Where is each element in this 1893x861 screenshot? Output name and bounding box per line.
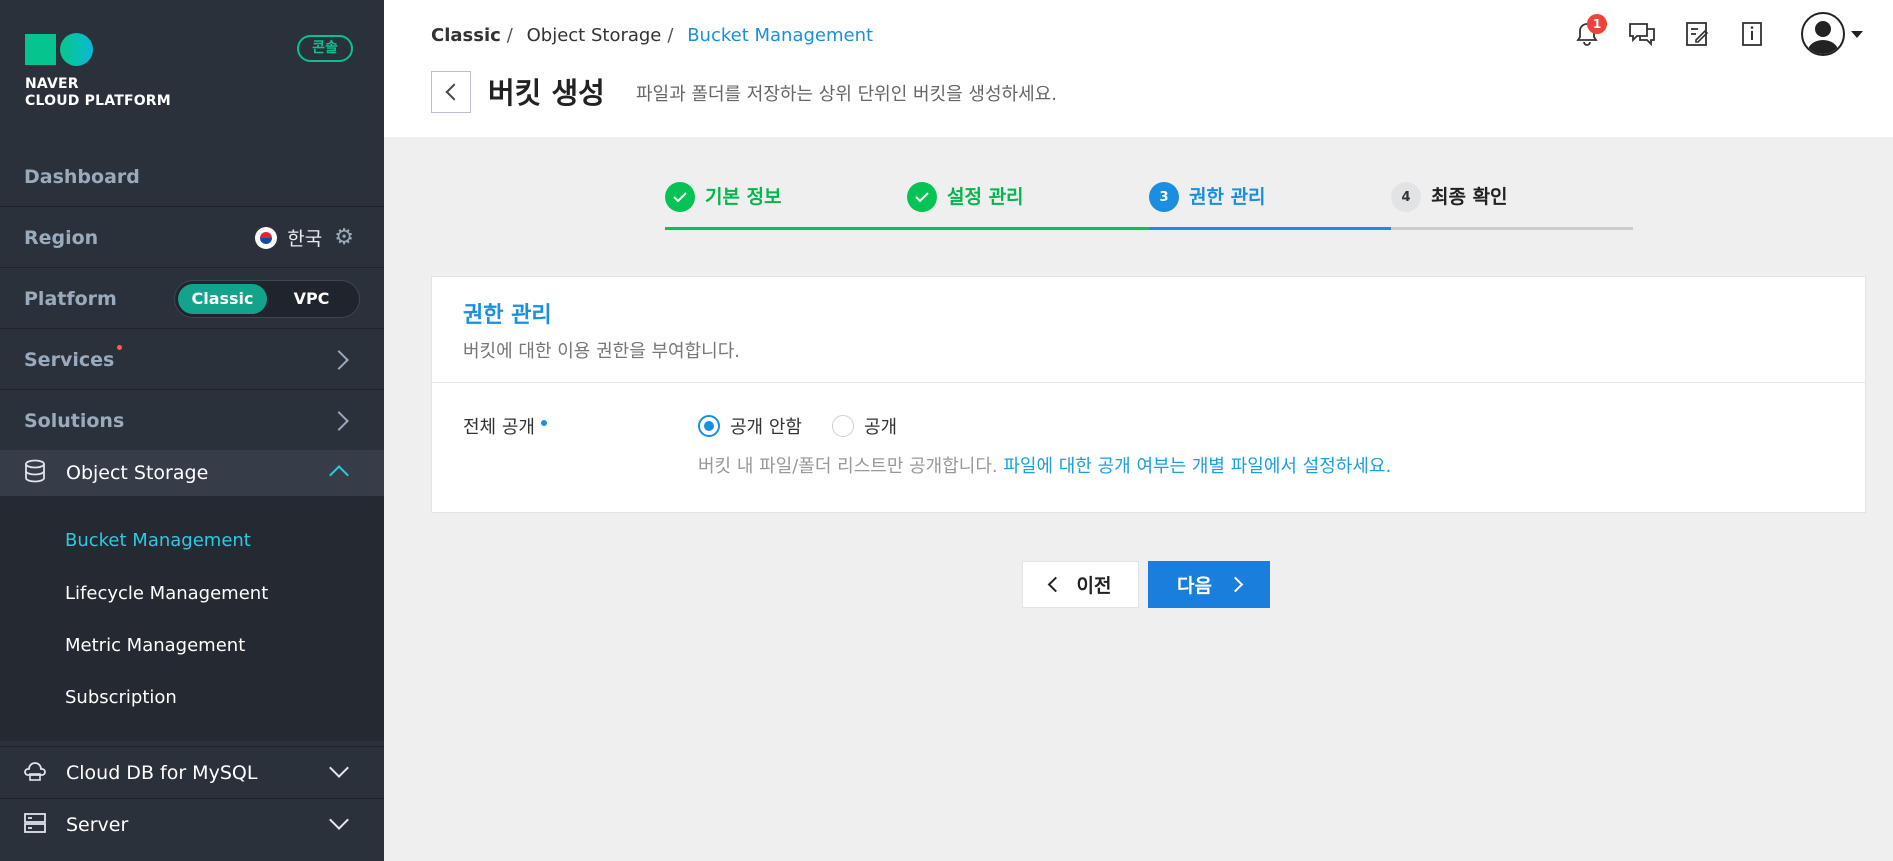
radio-public-label[interactable]: 공개 [864,413,897,439]
submenu-bucket-management[interactable]: Bucket Management [65,530,251,551]
step-label: 최종 확인 [1431,186,1508,208]
step-number: 4 [1391,182,1421,212]
step-permissions: 3 권한 관리 [1149,182,1391,230]
nav-dashboard-label: Dashboard [24,165,140,188]
radio-private-label[interactable]: 공개 안함 [730,413,802,439]
memo-edit-icon[interactable] [1675,12,1719,56]
public-access-label-text: 전체 공개 [463,417,535,438]
permission-panel: 권한 관리 버킷에 대한 이용 권한을 부여합니다. 전체 공개 공개 안함 공… [431,276,1866,513]
nav-dashboard[interactable]: Dashboard [0,147,384,207]
check-icon [907,182,937,212]
console-badge[interactable]: 콘솔 [297,35,353,62]
step-label: 권한 관리 [1189,186,1266,208]
naver-cloud-logo[interactable]: NAVER CLOUD PLATFORM [25,33,171,110]
database-icon [24,459,46,487]
chevron-down-icon [329,810,349,830]
nav-solutions[interactable]: Solutions [0,391,384,451]
chat-icon[interactable] [1620,12,1664,56]
platform-option-classic[interactable]: Classic [178,283,267,314]
breadcrumb-current[interactable]: Bucket Management [687,25,873,46]
panel-header: 권한 관리 버킷에 대한 이용 권한을 부여합니다. [432,277,1865,383]
new-indicator-dot [117,345,123,350]
step-final-check: 4 최종 확인 [1391,182,1633,230]
cloud-db-icon [24,760,46,786]
korea-flag-icon [255,226,278,249]
nav-object-storage[interactable]: Object Storage [0,450,384,496]
chevron-left-icon [1047,576,1063,593]
step-label: 설정 관리 [947,186,1024,208]
panel-subtitle: 버킷에 대한 이용 권한을 부여합니다. [463,341,741,362]
chevron-right-icon [1227,576,1244,593]
nav-server-label: Server [66,813,129,836]
breadcrumb-item[interactable]: Classic [431,25,501,46]
wizard-steps: 기본 정보 설정 관리 3 권한 관리 4 최종 확인 [665,182,1633,230]
nav-object-storage-label: Object Storage [66,462,209,484]
chevron-right-icon [329,410,349,431]
object-storage-submenu: Bucket Management Lifecycle Management M… [0,496,384,741]
nav-cloud-db-label: Cloud DB for MySQL [66,761,258,784]
hint-text: 버킷 내 파일/폴더 리스트만 공개합니다. [698,456,998,477]
region-selector[interactable]: 한국 ⚙ [255,224,354,251]
chevron-right-icon [329,349,349,370]
hint-link[interactable]: 파일에 대한 공개 여부는 개별 파일에서 설정하세요. [1003,456,1391,477]
public-access-radio-group: 공개 안함 공개 [698,413,927,439]
required-dot [540,420,547,426]
chevron-up-icon [329,465,349,485]
nav-platform: Platform Classic VPC [0,269,384,329]
submenu-lifecycle-management[interactable]: Lifecycle Management [65,583,268,604]
back-button[interactable] [431,71,471,113]
logo-text-line1: NAVER [25,76,79,92]
page-header: Classic / Object Storage / Bucket Manageme… [384,0,1893,137]
radio-private[interactable] [698,415,720,437]
platform-option-vpc[interactable]: VPC [267,284,356,314]
nav-solutions-label: Solutions [24,409,125,432]
region-value: 한국 [287,228,323,250]
prev-button[interactable]: 이전 [1022,561,1139,608]
breadcrumb-item[interactable]: Object Storage [527,25,662,46]
notification-bell-icon[interactable]: 1 [1565,12,1609,56]
info-guide-icon[interactable] [1730,12,1774,56]
caret-down-icon[interactable] [1851,30,1863,38]
nav-region: Region 한국 ⚙ [0,208,384,268]
prev-button-label: 이전 [1076,575,1112,597]
notification-count-badge: 1 [1587,14,1607,34]
submenu-subscription[interactable]: Subscription [65,687,177,708]
nav-region-label: Region [24,226,99,249]
radio-public[interactable] [831,415,854,437]
submenu-metric-management[interactable]: Metric Management [65,635,245,656]
nav-services-label: Services [24,348,115,371]
check-icon [665,182,695,212]
next-button[interactable]: 다음 [1148,561,1270,608]
platform-toggle[interactable]: Classic VPC [174,279,360,318]
next-button-label: 다음 [1177,575,1212,597]
page-title: 버킷 생성 [488,76,605,110]
public-access-hint: 버킷 내 파일/폴더 리스트만 공개합니다. 파일에 대한 공개 여부는 개별 … [698,452,1391,478]
nav-server[interactable]: Server [0,798,384,850]
nav-cloud-db-mysql[interactable]: Cloud DB for MySQL [0,746,384,798]
gear-icon[interactable]: ⚙ [334,225,354,250]
user-avatar[interactable] [1801,12,1845,56]
header-icons: 1 [1554,12,1893,56]
step-basic-info: 기본 정보 [665,182,907,230]
logo-text-line2: CLOUD PLATFORM [25,93,171,109]
logo-mark-icon [25,33,171,66]
step-number: 3 [1149,182,1179,212]
sidebar: NAVER CLOUD PLATFORM 콘솔 Dashboard Region… [0,0,384,861]
nav-platform-label: Platform [24,287,117,310]
server-icon [24,812,46,838]
nav-services[interactable]: Services [0,330,384,390]
step-settings: 설정 관리 [907,182,1149,230]
breadcrumb: Classic / Object Storage / Bucket Manageme… [431,25,874,46]
chevron-down-icon [329,758,349,778]
page-description: 파일과 폴더를 저장하는 상위 단위인 버킷을 생성하세요. [636,84,1057,105]
panel-title: 권한 관리 [463,303,552,328]
step-label: 기본 정보 [705,186,782,208]
public-access-label: 전체 공개 [463,413,547,439]
